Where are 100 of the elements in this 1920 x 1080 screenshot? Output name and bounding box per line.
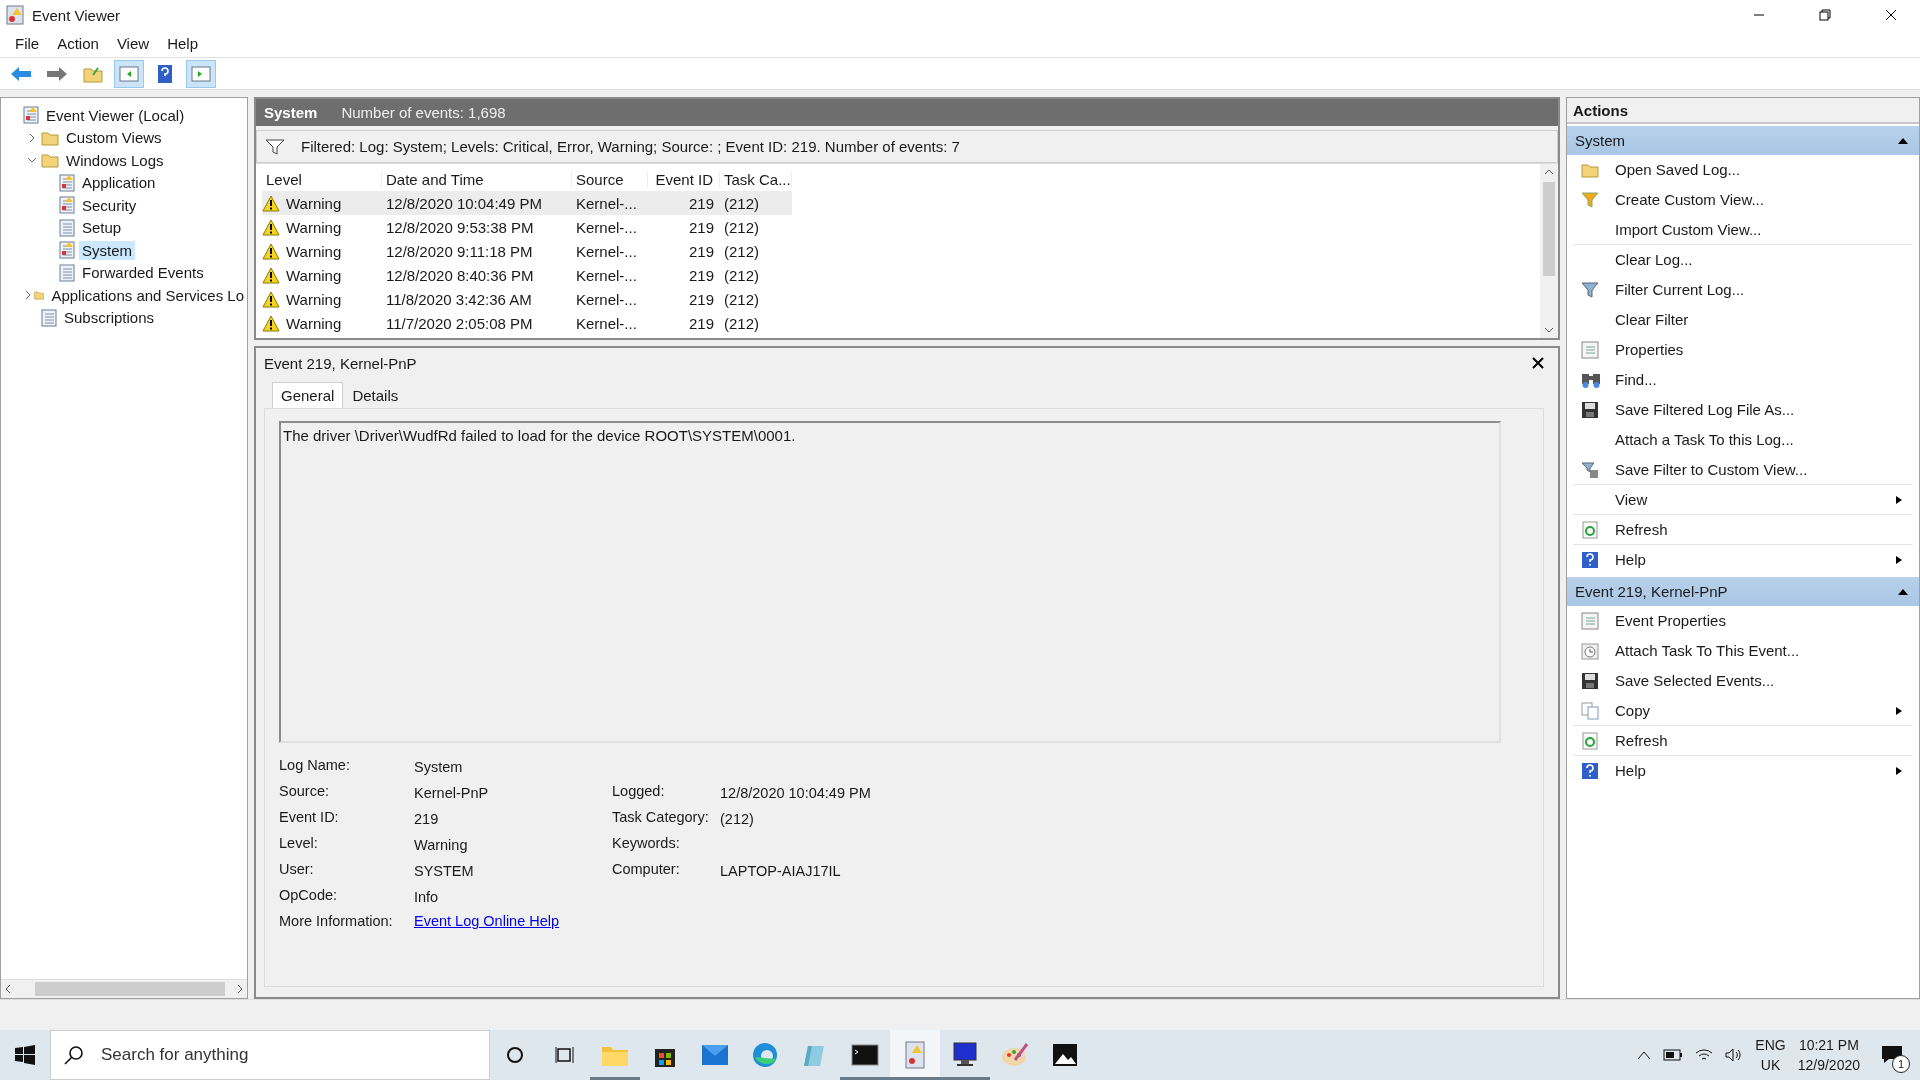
notification-count: 1	[1892, 1055, 1910, 1073]
action-group-header[interactable]: Event 219, Kernel-PnP	[1567, 577, 1919, 606]
field-label: Log Name:	[279, 757, 351, 775]
actions-pane-command[interactable]: Save Selected Events...	[1573, 666, 1913, 696]
funnel-icon	[1581, 280, 1599, 299]
actions-pane-command[interactable]: Create Custom View...	[1573, 185, 1913, 215]
actions-pane-command[interactable]: Save Filter to Custom View...	[1573, 455, 1913, 485]
field-label: Logged:	[612, 783, 666, 801]
windows-start-icon[interactable]	[15, 1045, 35, 1065]
column-header[interactable]: Event ID	[648, 170, 720, 188]
column-header[interactable]: Level	[262, 170, 382, 188]
log-icon	[23, 106, 39, 125]
actions-pane-command[interactable]: Attach Task To This Event...	[1573, 636, 1913, 666]
clock[interactable]: 10:21 PM 12/9/2020	[1797, 1035, 1860, 1075]
language-indicator[interactable]: ENG UK	[1755, 1035, 1786, 1075]
tree-item[interactable]: Custom Views	[63, 128, 165, 148]
field-label: More Information:	[279, 913, 394, 929]
event-row[interactable]: Warning 11/8/2020 3:42:36 AM Kernel-... 219 (212)	[262, 287, 792, 311]
wifi-icon	[1695, 1048, 1714, 1062]
event-row[interactable]: Warning 12/8/2020 9:11:18 PM Kernel-... 219 (212)	[262, 239, 792, 263]
menu-item[interactable]: File	[6, 35, 49, 52]
actions-pane-command[interactable]: Open Saved Log...	[1573, 155, 1913, 185]
tree-item[interactable]: Security	[79, 195, 140, 215]
pane-icon	[191, 65, 211, 82]
chevron-up-icon[interactable]	[1637, 1050, 1652, 1060]
tree-item[interactable]: Windows Logs	[63, 150, 167, 170]
table-cell-text: (212)	[723, 194, 761, 212]
field-label: Computer:	[612, 861, 681, 879]
actions-pane-command[interactable]: Refresh	[1573, 726, 1913, 756]
table-cell-text: 219	[687, 314, 715, 332]
field-value: Warning	[414, 836, 469, 853]
taskbar-app-event-log-icon[interactable]	[890, 1030, 940, 1080]
tree-item[interactable]: Forwarded Events	[79, 263, 207, 283]
tree-item[interactable]: Applications and Services Lo	[48, 285, 247, 305]
table-cell-text: Warning	[285, 194, 343, 212]
field-value: Info	[414, 888, 440, 905]
event-row[interactable]: Warning 11/7/2020 2:05:08 PM Kernel-... 219 (212)	[262, 311, 792, 335]
scroll-down-icon[interactable]	[1543, 326, 1555, 334]
log-icon	[59, 263, 75, 282]
event-row[interactable]: Warning 12/8/2020 9:53:38 PM Kernel-... 219 (212)	[262, 215, 792, 239]
actions-pane-command[interactable]: Import Custom View...	[1573, 215, 1913, 245]
menu-item[interactable]: Help	[158, 35, 207, 52]
task-view-icon[interactable]	[554, 1045, 576, 1065]
actions-pane-command[interactable]: Attach a Task To this Log...	[1573, 425, 1913, 455]
restore-icon[interactable]	[1819, 9, 1831, 21]
table-cell-text: (212)	[723, 242, 761, 260]
table-cell-text: Warning	[285, 242, 343, 260]
field-label: Event ID:	[279, 809, 340, 827]
actions-pane-command[interactable]: Help	[1573, 756, 1913, 786]
tree-item[interactable]: System	[79, 240, 135, 260]
actions-pane-command[interactable]: Refresh	[1573, 515, 1913, 545]
tree-item[interactable]: Event Viewer (Local)	[43, 105, 188, 125]
scroll-up-icon[interactable]	[1543, 168, 1555, 176]
tree-item[interactable]: Setup	[79, 218, 125, 238]
actions-pane-command[interactable]: Help	[1573, 545, 1913, 575]
menu-item[interactable]: Action	[48, 35, 108, 52]
app-icon	[6, 5, 24, 25]
table-cell-text: 12/8/2020 9:53:38 PM	[385, 218, 535, 236]
menu-item[interactable]: View	[107, 35, 159, 52]
tab[interactable]: Details	[343, 382, 408, 408]
column-header[interactable]: Date and Time	[382, 170, 572, 188]
event-row[interactable]: Warning 12/8/2020 10:04:49 PM Kernel-... 219 (212)	[262, 191, 792, 215]
actions-pane-command[interactable]: View	[1573, 485, 1913, 515]
chevron-right-icon[interactable]	[27, 132, 37, 143]
table-cell-text: Warning	[285, 290, 343, 308]
table-cell-text: (212)	[723, 314, 761, 332]
help-icon	[157, 63, 173, 84]
tab[interactable]: General	[272, 382, 344, 408]
actions-pane-command[interactable]: Clear Log...	[1573, 245, 1913, 275]
actions-pane-command[interactable]: Find...	[1573, 365, 1913, 395]
help-link[interactable]: Event Log Online Help	[414, 913, 1529, 929]
column-header[interactable]: Task Ca...	[720, 170, 792, 188]
search-field[interactable]: Search for anything	[50, 1030, 490, 1080]
tree-item[interactable]: Subscriptions	[61, 308, 158, 328]
close-icon[interactable]	[1532, 357, 1544, 369]
actions-pane-command[interactable]: Clear Filter	[1573, 305, 1913, 335]
close-icon[interactable]	[1885, 9, 1897, 21]
table-cell-text: (212)	[723, 218, 761, 236]
actions-pane-command[interactable]: Event Properties	[1573, 606, 1913, 636]
scrollbar-thumb[interactable]	[1543, 182, 1555, 276]
actions-pane-command[interactable]: Properties	[1573, 335, 1913, 365]
scrollbar-thumb[interactable]	[35, 982, 225, 996]
table-cell-text: 219	[687, 218, 715, 236]
field-label: User:	[279, 861, 315, 879]
actions-pane-command[interactable]: Save Filtered Log File As...	[1573, 395, 1913, 425]
event-row[interactable]: Warning 12/8/2020 8:40:36 PM Kernel-... 219 (212)	[262, 263, 792, 287]
funnel-icon	[1581, 460, 1599, 479]
actions-pane-command[interactable]: Filter Current Log...	[1573, 275, 1913, 305]
window-title: Event Viewer	[32, 6, 122, 24]
table-cell-text: 12/8/2020 8:40:36 PM	[385, 266, 535, 284]
funnel-icon	[1581, 190, 1599, 209]
table-cell-text: (212)	[723, 290, 761, 308]
actions-pane-command[interactable]: Copy	[1573, 696, 1913, 726]
field-value: LAPTOP-AIAJ17IL	[720, 862, 842, 879]
copy-icon	[1581, 701, 1599, 720]
tree-item[interactable]: Application	[79, 173, 159, 193]
clock-icon	[1581, 641, 1599, 660]
column-header[interactable]: Source	[572, 170, 648, 188]
action-group-header[interactable]: System	[1567, 126, 1919, 155]
circle-icon[interactable]	[505, 1045, 525, 1065]
